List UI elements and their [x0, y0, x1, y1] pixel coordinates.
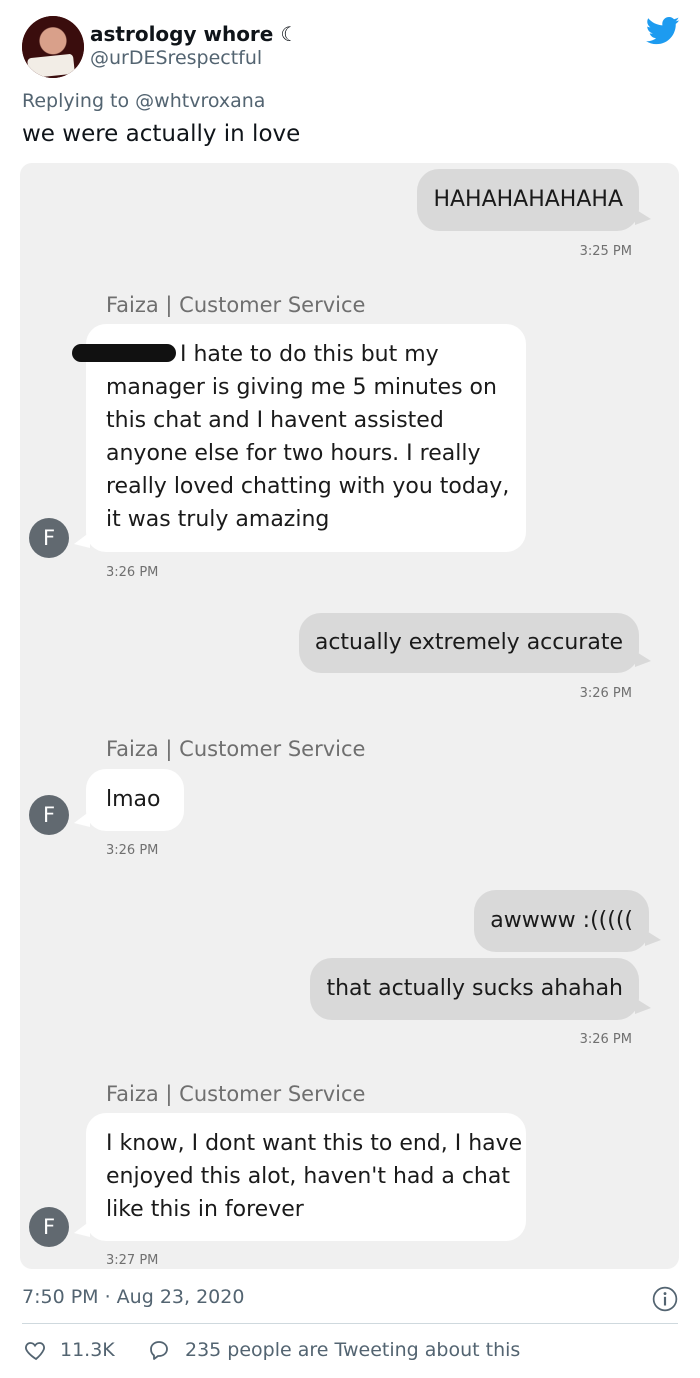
tweeting-about-link[interactable]: 235 people are Tweeting about this	[185, 1339, 520, 1361]
tweet-timestamp[interactable]: 7:50 PM · Aug 23, 2020	[22, 1286, 244, 1308]
message-text: lmao	[106, 787, 161, 812]
divider	[22, 1323, 678, 1324]
agent-name: Faiza | Customer Service	[106, 293, 366, 317]
chat-message-agent: I hate to do this but my manager is givi…	[72, 324, 526, 552]
agent-avatar: F	[29, 795, 69, 835]
chat-message-agent: lmao	[74, 769, 184, 831]
tweet-text: we were actually in love	[22, 121, 301, 147]
info-icon[interactable]	[652, 1286, 678, 1312]
chat-message-user: awwww :(((((	[474, 890, 661, 952]
chat-message-agent: I know, I dont want this to end, I have …	[74, 1113, 526, 1241]
reply-bubble-icon[interactable]	[147, 1338, 171, 1362]
redacted-name	[72, 344, 176, 362]
chat-screenshot: HAHAHAHAHAHA 3:25 PM Faiza | Customer Se…	[20, 163, 679, 1269]
chat-message-user: that actually sucks ahahah	[310, 958, 651, 1020]
agent-avatar: F	[29, 1207, 69, 1247]
heart-icon[interactable]	[24, 1338, 48, 1362]
message-text: that actually sucks ahahah	[326, 976, 623, 1001]
display-name[interactable]: astrology whore ☾	[90, 22, 298, 46]
tweet-header: astrology whore ☾ @urDESrespectful	[0, 0, 700, 90]
message-text: I hate to do this but my manager is givi…	[106, 342, 510, 532]
twitter-bird-icon[interactable]	[646, 16, 680, 46]
like-count[interactable]: 11.3K	[60, 1339, 115, 1361]
message-time: 3:26 PM	[106, 565, 159, 580]
agent-avatar: F	[29, 518, 69, 558]
agent-name: Faiza | Customer Service	[106, 737, 366, 761]
message-time: 3:26 PM	[579, 1032, 632, 1047]
message-time: 3:26 PM	[106, 843, 159, 858]
agent-name: Faiza | Customer Service	[106, 1082, 366, 1106]
message-text: awwww :(((((	[490, 908, 633, 933]
message-text: actually extremely accurate	[314, 630, 623, 655]
message-text: I know, I dont want this to end, I have …	[106, 1131, 523, 1222]
message-time: 3:26 PM	[579, 686, 632, 701]
chat-message-user: HAHAHAHAHAHA	[417, 169, 651, 231]
message-time: 3:27 PM	[106, 1253, 159, 1268]
mention-link[interactable]: @whtvroxana	[135, 90, 265, 112]
user-handle[interactable]: @urDESrespectful	[90, 47, 262, 69]
replying-prefix: Replying to	[22, 90, 130, 112]
avatar[interactable]	[22, 16, 84, 78]
message-time: 3:25 PM	[579, 244, 632, 259]
chat-message-user: actually extremely accurate	[298, 613, 652, 673]
replying-to: Replying to @whtvroxana	[22, 90, 265, 112]
message-text: HAHAHAHAHAHA	[433, 187, 623, 212]
